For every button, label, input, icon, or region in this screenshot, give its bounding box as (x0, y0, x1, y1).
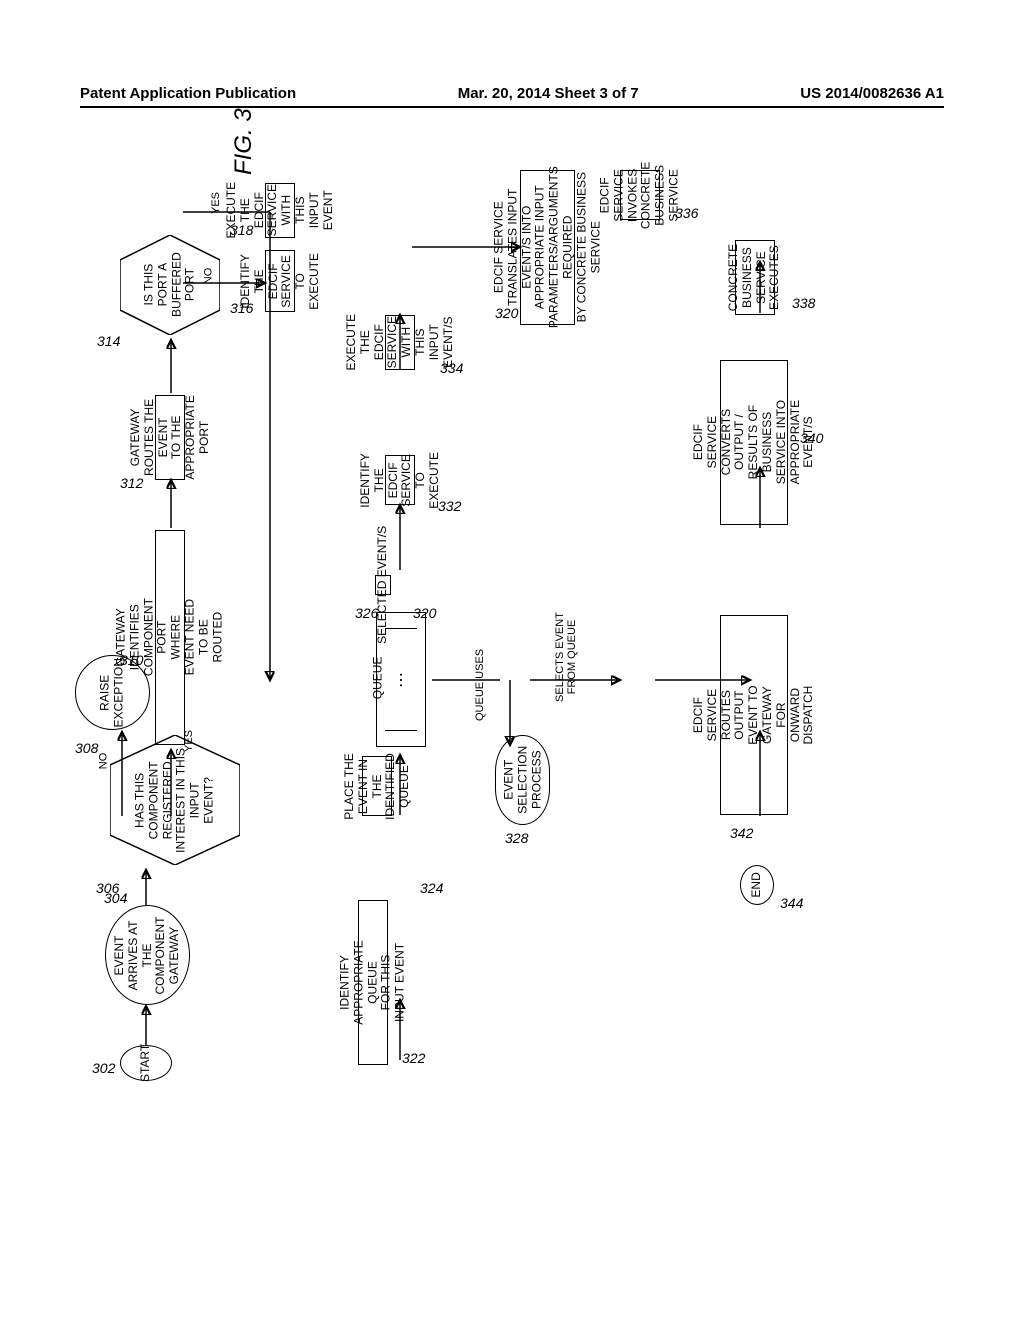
node-324: PLACE THE EVENT INTHE IDENTIFIED QUEUE (362, 756, 392, 816)
ref-324: 324 (420, 880, 443, 896)
ref-316: 316 (230, 300, 253, 316)
node-306-decision: HAS THISCOMPONENT REGISTEREDINTEREST IN … (110, 735, 240, 865)
ref-328: 328 (505, 830, 528, 846)
node-320: EDCIF SERVICE TRANSLATES INPUTEVENT/S IN… (520, 170, 575, 325)
figure-label: FIG. 3 (230, 108, 258, 175)
node-334: EXECUTE THE EDCIF SERVICEWITH THIS INPUT… (385, 315, 415, 370)
label-yes-314: YES (210, 192, 222, 214)
ref-308: 308 (75, 740, 98, 756)
node-304: EVENTARRIVES AT THECOMPONENTGATEWAY (105, 905, 190, 1005)
ref-322: 322 (402, 1050, 425, 1066)
header-center: Mar. 20, 2014 Sheet 3 of 7 (458, 85, 639, 102)
node-316: IDENTIFY THE EDCIFSERVICE TO EXECUTE (265, 250, 295, 312)
ref-312: 312 (120, 475, 143, 491)
ref-306: 306 (96, 880, 119, 896)
node-338: CONCRETEBUSINESS SERVICEEXECUTES (735, 240, 775, 315)
ref-314: 314 (97, 333, 120, 349)
node-318: EXECUTE THE EDCIF SERVICEWITH THIS INPUT… (265, 183, 295, 238)
node-330: SELECTED EVENT/S (375, 575, 391, 595)
ref-310: 310 (120, 652, 143, 668)
selects-event-label: SELECTS EVENTFROM QUEUE (554, 607, 578, 707)
label-no-314: NO (202, 268, 214, 285)
ref-342: 342 (730, 825, 753, 841)
node-340: EDCIF SERVICECONVERTS OUTPUT /RESULTS OF… (720, 360, 788, 525)
node-342: EDCIF SERVICEROUTES OUTPUTEVENT TO GATEW… (720, 615, 788, 815)
header-rule (80, 106, 944, 108)
label-no-306: NO (97, 753, 109, 770)
ref-344: 344 (780, 895, 803, 911)
node-310: GATEWAY IDENTIFIES COMPONENT PORTWHERE E… (155, 530, 185, 745)
ref-334: 334 (440, 360, 463, 376)
ref-318: 318 (230, 222, 253, 238)
header-right: US 2014/0082636 A1 (800, 85, 944, 102)
ref-338: 338 (792, 295, 815, 311)
node-322: IDENTIFY APPROPRIATE QUEUEFOR THIS INPUT… (358, 900, 388, 1065)
node-336: EDCIF SERVICEINVOKES CONCRETEBUSINESS SE… (620, 170, 660, 220)
ref-340: 340 (800, 430, 823, 446)
end-terminal: END (740, 865, 774, 905)
flowchart-diagram: START 302 EVENTARRIVES AT THECOMPONENTGA… (100, 180, 900, 1080)
node-312: GATEWAY ROUTES THE EVENTTO THE APPROPRIA… (155, 395, 185, 480)
ref-336: 336 (675, 205, 698, 221)
node-332: IDENTIFY THE EDCIFSERVICE TO EXECUTE (385, 455, 415, 505)
ref-302: 302 (92, 1060, 115, 1076)
ref-320a: 320 (413, 605, 436, 621)
header-left: Patent Application Publication (80, 85, 296, 102)
ref-320b: 320 (495, 305, 518, 321)
node-328: EVENTSELECTIONPROCESS (495, 735, 550, 825)
node-314-decision: IS THISPORT A BUFFEREDPORT (120, 235, 220, 335)
start-terminal: START (120, 1045, 172, 1081)
queue-uses-label: QUEUE USES (474, 641, 486, 721)
ref-332: 332 (438, 498, 461, 514)
